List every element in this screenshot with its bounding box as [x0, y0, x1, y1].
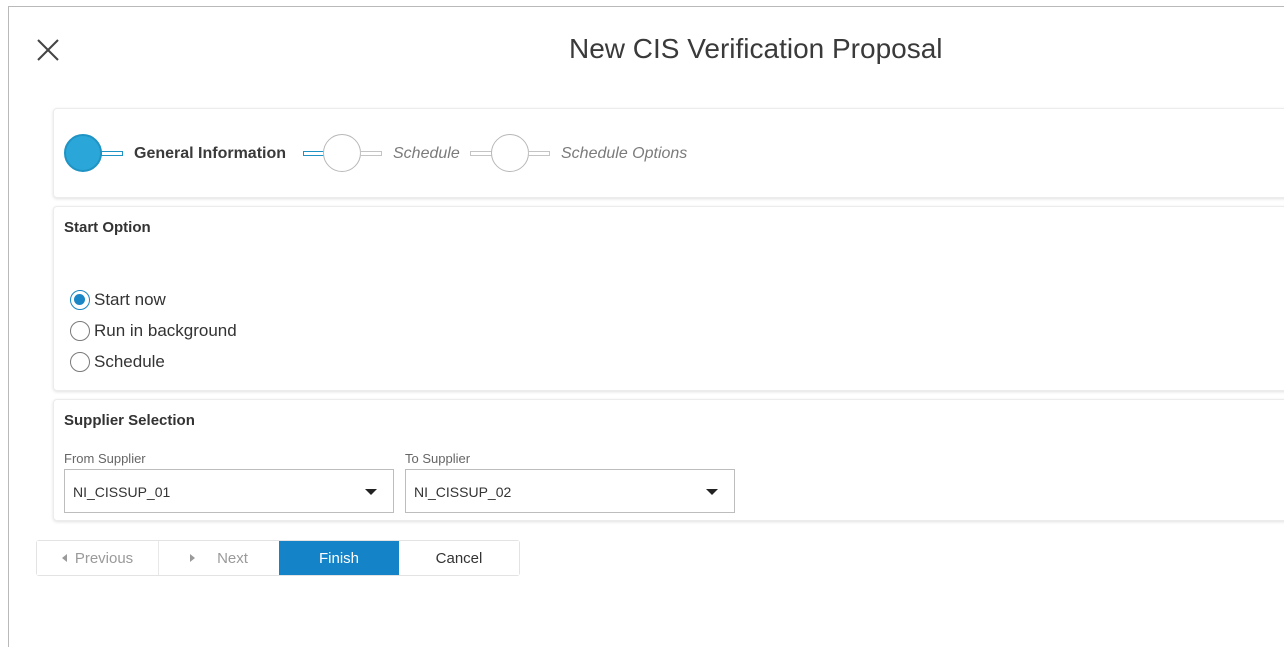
wizard-steps: General Information Schedule Schedule Op… [53, 108, 1284, 198]
close-button[interactable] [35, 37, 61, 63]
finish-button[interactable]: Finish [279, 541, 399, 575]
step-label-schedule[interactable]: Schedule [393, 145, 460, 163]
radio-label: Run in background [94, 321, 237, 340]
from-supplier-select[interactable]: NI_CISSUP_01 [64, 469, 394, 513]
radio-start-now[interactable]: Start now [70, 290, 166, 310]
to-supplier-select[interactable]: NI_CISSUP_02 [405, 469, 735, 513]
radio-label: Schedule [94, 352, 165, 371]
from-supplier-label: From Supplier [64, 451, 146, 466]
step-circle-general-information[interactable] [64, 134, 102, 172]
previous-button[interactable]: Previous [37, 541, 159, 575]
previous-label: Previous [74, 549, 134, 567]
step-circle-schedule[interactable] [323, 134, 361, 172]
step-connector [360, 151, 382, 156]
caret-down-icon [365, 489, 377, 495]
caret-right-icon [190, 554, 196, 562]
supplier-selection-title: Supplier Selection [64, 412, 195, 429]
radio-button[interactable] [70, 352, 90, 372]
next-label: Next [217, 549, 248, 567]
radio-label: Start now [94, 290, 166, 309]
cancel-label: Cancel [435, 549, 483, 567]
close-icon [37, 39, 59, 61]
step-label-general-information[interactable]: General Information [134, 145, 286, 163]
cancel-button[interactable]: Cancel [399, 541, 519, 575]
step-label-schedule-options[interactable]: Schedule Options [561, 145, 687, 163]
step-circle-schedule-options[interactable] [491, 134, 529, 172]
supplier-selection-panel: Supplier Selection From Supplier NI_CISS… [53, 399, 1284, 521]
start-option-title: Start Option [64, 219, 151, 236]
radio-button-checked[interactable] [70, 290, 90, 310]
radio-button[interactable] [70, 321, 90, 341]
step-connector [303, 151, 325, 156]
step-connector [528, 151, 550, 156]
finish-label: Finish [318, 549, 359, 567]
dialog-title: New CIS Verification Proposal [569, 33, 943, 64]
caret-down-icon [706, 489, 718, 495]
to-supplier-value: NI_CISSUP_02 [414, 484, 512, 500]
to-supplier-label: To Supplier [405, 451, 471, 466]
step-connector [101, 151, 123, 156]
from-supplier-value: NI_CISSUP_01 [73, 484, 171, 500]
radio-run-in-background[interactable]: Run in background [70, 321, 237, 341]
caret-left-icon [61, 554, 67, 562]
start-option-panel: Start Option Start now Run in background… [53, 206, 1284, 391]
next-button[interactable]: Next [159, 541, 279, 575]
wizard-button-bar: Previous Next Finish Cancel [36, 540, 520, 576]
radio-schedule[interactable]: Schedule [70, 352, 165, 372]
dialog: New CIS Verification Proposal General In… [8, 6, 1284, 647]
